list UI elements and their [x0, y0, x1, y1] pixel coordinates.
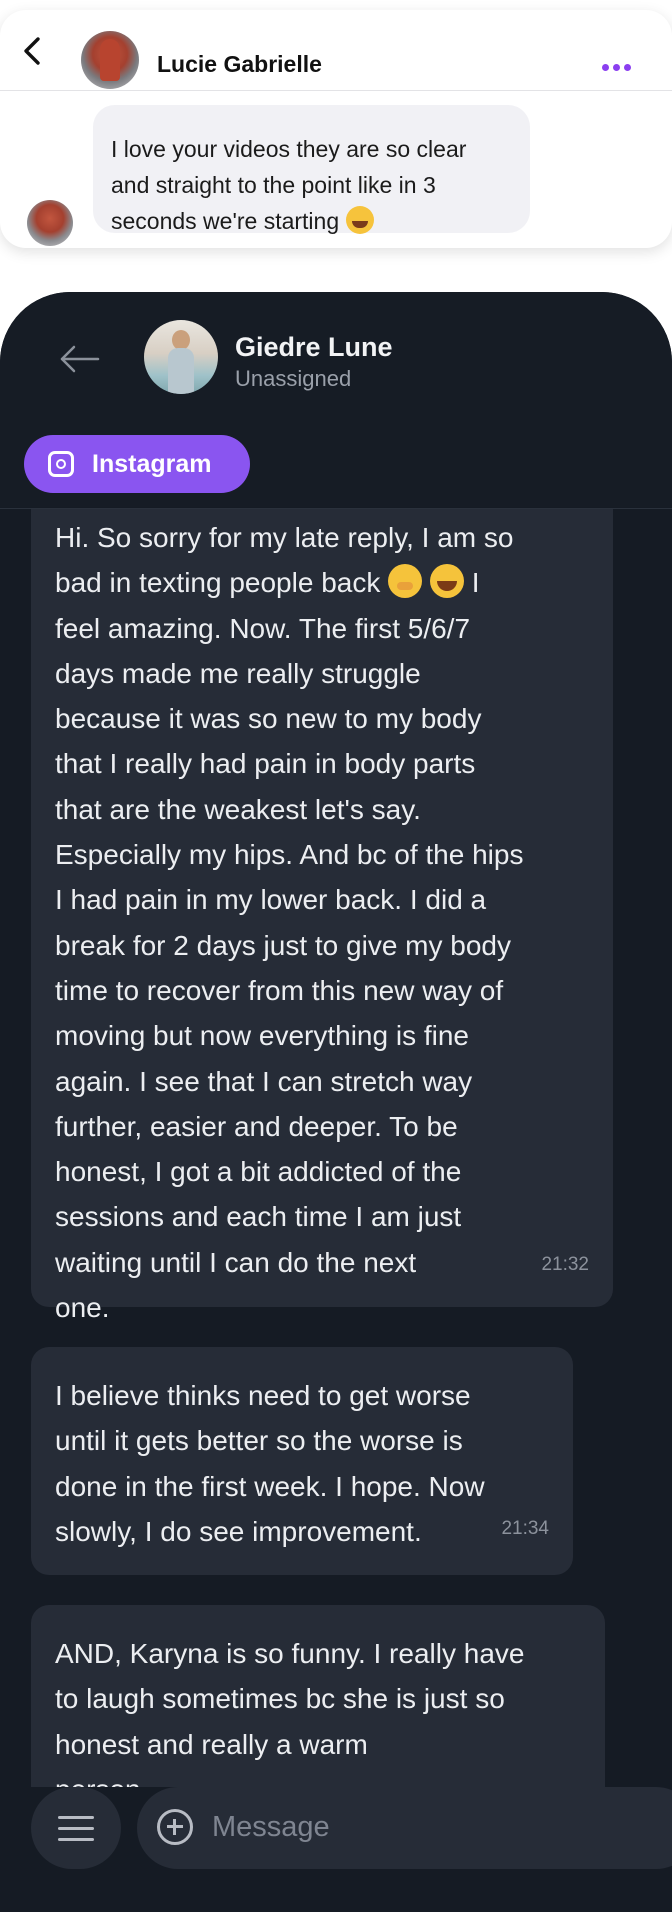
grinning-emoji-icon [429, 564, 464, 599]
light-chat-header: Lucie Gabrielle [0, 10, 672, 91]
message-bubble: AND, Karyna is so funny. I really have t… [31, 1605, 605, 1791]
dark-chat-header: Giedre Lune Unassigned Instagram [0, 292, 672, 507]
menu-icon[interactable] [31, 1787, 121, 1869]
back-arrow-icon[interactable] [58, 344, 102, 374]
message-bubble: I believe thinks need to get worse until… [31, 1347, 573, 1575]
instagram-icon [48, 451, 74, 477]
more-options-icon[interactable] [602, 58, 636, 71]
grinning-sweat-emoji-icon [345, 206, 374, 234]
message-timestamp: 21:34 [501, 1517, 549, 1539]
message-bubble: Hi. So sorry for my late reply, I am so … [31, 509, 613, 1323]
back-chevron-icon[interactable] [18, 36, 48, 66]
contact-name[interactable]: Giedre Lune [235, 332, 393, 363]
message-text: Hi. So sorry for my late reply, I am so … [55, 522, 524, 1324]
channel-label: Instagram [92, 450, 212, 478]
light-chat-card: Lucie Gabrielle I love your videos they … [0, 10, 672, 248]
contact-avatar[interactable] [144, 320, 218, 394]
compose-bar: Message [0, 1787, 672, 1912]
dark-chat-card: Giedre Lune Unassigned Instagram Hi. So … [0, 292, 672, 1912]
message-placeholder: Message [212, 1811, 330, 1843]
sender-avatar [27, 200, 73, 246]
incoming-message-bubble: I love your videos they are so clear and… [93, 105, 530, 234]
message-text: I love your videos they are so clear and… [111, 136, 467, 234]
assignment-status: Unassigned [235, 366, 352, 391]
message-timestamp: 21:32 [541, 1253, 589, 1275]
message-text: AND, Karyna is so funny. I really have t… [55, 1638, 525, 1791]
add-attachment-icon[interactable] [157, 1809, 193, 1845]
contact-name[interactable]: Lucie Gabrielle [157, 51, 322, 78]
message-list[interactable]: Hi. So sorry for my late reply, I am so … [0, 509, 672, 1791]
channel-badge-instagram[interactable]: Instagram [24, 435, 250, 493]
hand-over-mouth-emoji-icon [388, 564, 423, 599]
message-input[interactable]: Message [137, 1787, 672, 1869]
message-text: I believe thinks need to get worse until… [55, 1380, 485, 1547]
contact-avatar[interactable] [81, 31, 139, 89]
